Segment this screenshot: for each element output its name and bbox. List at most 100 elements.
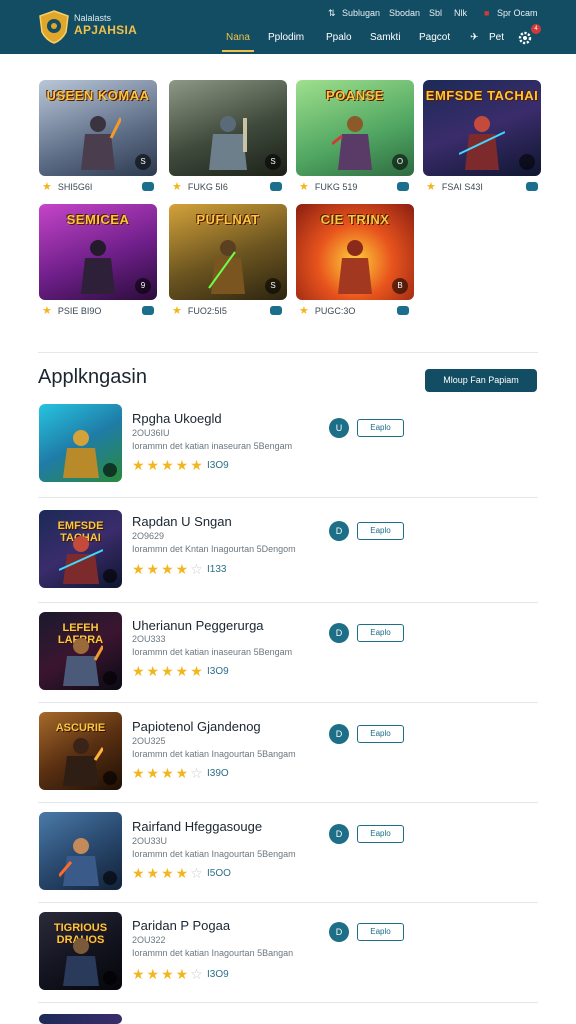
explore-button[interactable]: Eaplo — [357, 624, 404, 642]
gamepad-icon[interactable] — [397, 306, 409, 315]
game-badge: 9 — [135, 278, 151, 294]
app-name[interactable]: Rapdan U Sngan — [132, 514, 232, 529]
game-title: PUFLNAT — [196, 212, 260, 227]
explore-button[interactable]: Eaplo — [357, 419, 404, 437]
game-meta-4: ★ FSAI S43I — [426, 181, 483, 193]
nav-home[interactable]: Nana — [226, 32, 250, 43]
game-card-7[interactable]: CIE TRINX B — [296, 204, 414, 300]
game-card-1[interactable]: USEEN KOMAA S — [39, 80, 157, 176]
notification-badge: 4 — [531, 24, 541, 34]
row-divider — [38, 1002, 538, 1003]
explore-button[interactable]: Eaplo — [357, 725, 404, 743]
star-icon: ★ — [299, 305, 309, 317]
game-card-6[interactable]: PUFLNAT S — [169, 204, 287, 300]
app-subtitle: 2OU33U — [132, 836, 168, 846]
app-thumbnail[interactable]: ASCURIE — [39, 712, 122, 790]
game-title: CIE TRINX — [320, 212, 390, 227]
active-nav-underline — [222, 50, 254, 52]
app-thumbnail[interactable] — [39, 1014, 122, 1024]
star-rating: ★★★★★ — [132, 457, 205, 473]
section-action-button[interactable]: Mloup Fan Papiam — [425, 369, 537, 392]
app-thumbnail[interactable]: EMFSDE TACHAI — [39, 510, 122, 588]
game-card-2[interactable]: S — [169, 80, 287, 176]
game-meta-2: ★ FUKG 5I6 — [172, 181, 228, 193]
star-icon: ★ — [172, 181, 182, 193]
top-link-4[interactable]: Nlk — [454, 8, 467, 18]
explore-button[interactable]: Eaplo — [357, 522, 404, 540]
game-meta-1: ★ SHI5G6I — [42, 181, 93, 193]
app-name[interactable]: Paridan P Pogaa — [132, 918, 230, 933]
top-link-2[interactable]: Sbodan — [389, 8, 420, 18]
app-thumbnail[interactable] — [39, 404, 122, 482]
top-link-1[interactable]: Sublugan — [342, 8, 380, 18]
warrior-figure-icon — [208, 240, 245, 294]
row-divider — [38, 802, 538, 803]
app-description: Iorammn det Kntan Inagourtan 5Dengom — [132, 544, 296, 554]
star-icon: ★ — [42, 181, 52, 193]
game-meta-6: ★ FUO2:5I5 — [172, 305, 227, 317]
gear-icon[interactable] — [517, 30, 533, 46]
rating-count: I3O9 — [207, 969, 229, 980]
gamepad-icon[interactable] — [270, 306, 282, 315]
app-name[interactable]: Rairfand Hfeggasouge — [132, 819, 262, 834]
thumb-badge — [103, 771, 117, 785]
account-link[interactable]: Spr Ocam — [497, 8, 538, 18]
top-link-3[interactable]: Sbl — [429, 8, 442, 18]
info-button[interactable]: D — [329, 724, 349, 744]
nav-item-2[interactable]: Pplodim — [268, 32, 304, 43]
app-thumbnail[interactable]: LEFEH LAFRRA — [39, 612, 122, 690]
section-divider — [38, 352, 538, 353]
app-thumbnail[interactable]: TIGRIOUS DRAUOS — [39, 912, 122, 990]
game-card-5[interactable]: SEMICEA 9 — [39, 204, 157, 300]
app-subtitle: 2OU36IU — [132, 428, 170, 438]
thumb-badge — [103, 463, 117, 477]
warrior-figure-icon — [59, 536, 103, 584]
game-title: POANSE — [326, 88, 384, 103]
game-badge: S — [265, 154, 281, 170]
warrior-figure-icon — [338, 240, 372, 294]
gamepad-icon[interactable] — [397, 182, 409, 191]
info-button[interactable]: D — [329, 623, 349, 643]
gamepad-icon[interactable] — [142, 306, 154, 315]
app-name[interactable]: Uherianun Peggerurga — [132, 618, 264, 633]
warrior-figure-icon — [81, 240, 115, 294]
app-description: Iorammn det katian inaseuran 5Bengam — [132, 441, 293, 451]
game-badge — [519, 154, 535, 170]
gamepad-icon[interactable] — [270, 182, 282, 191]
star-icon: ★ — [299, 181, 309, 193]
star-rating: ★★★★☆ — [132, 966, 205, 982]
game-meta-5: ★ PSIE BI9O — [42, 305, 102, 317]
nav-item-4[interactable]: Samkti — [370, 32, 401, 43]
rating-count: I133 — [207, 564, 227, 575]
game-meta-7: ★ PUGC:3O — [299, 305, 356, 317]
warrior-figure-icon — [459, 116, 505, 170]
app-description: Iorammn det katian inaseuran 5Bengam — [132, 647, 293, 657]
nav-item-6[interactable]: Pet — [489, 32, 504, 43]
info-button[interactable]: U — [329, 418, 349, 438]
explore-button[interactable]: Eaplo — [357, 923, 404, 941]
info-button[interactable]: D — [329, 824, 349, 844]
shield-logo-icon[interactable] — [38, 10, 70, 44]
thumb-badge — [103, 871, 117, 885]
game-title: EMFSDE TACHAI — [425, 88, 539, 103]
info-button[interactable]: D — [329, 521, 349, 541]
star-rating: ★★★★☆ — [132, 561, 205, 577]
app-subtitle: 2O9629 — [132, 531, 165, 541]
app-name[interactable]: Rpgha Ukoegld — [132, 411, 222, 426]
thumb-badge — [103, 971, 117, 985]
game-card-4[interactable]: EMFSDE TACHAI — [423, 80, 541, 176]
nav-item-3[interactable]: Ppalo — [326, 32, 352, 43]
app-thumbnail[interactable] — [39, 812, 122, 890]
app-name[interactable]: Papiotenol Gjandenog — [132, 719, 261, 734]
gamepad-icon[interactable] — [142, 182, 154, 191]
brand-line2: APJAHSIA — [74, 23, 138, 37]
row-divider — [38, 497, 538, 498]
nav-item-5[interactable]: Pagcot — [419, 32, 450, 43]
game-card-3[interactable]: POANSE O — [296, 80, 414, 176]
explore-button[interactable]: Eaplo — [357, 825, 404, 843]
info-button[interactable]: D — [329, 922, 349, 942]
star-rating: ★★★★☆ — [132, 865, 205, 881]
gamepad-icon[interactable] — [526, 182, 538, 191]
brand[interactable]: Nalalasts APJAHSIA — [74, 12, 137, 36]
rating-count: I3O9 — [207, 460, 229, 471]
